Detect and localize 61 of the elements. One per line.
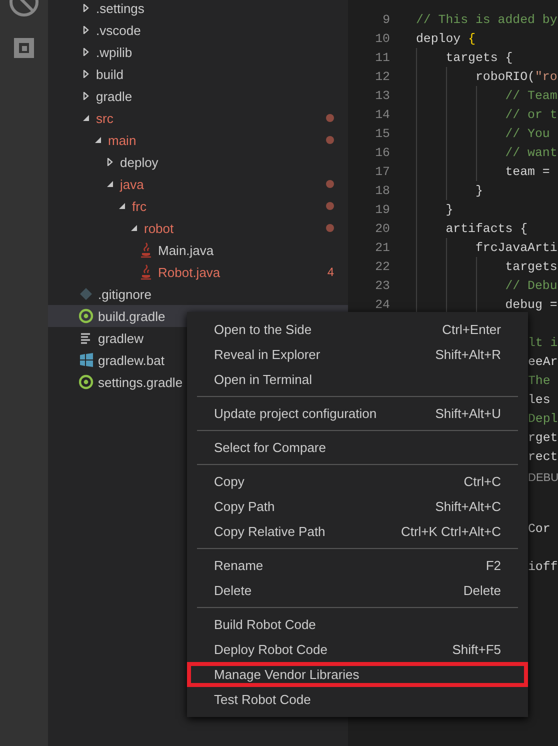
code-line: debug = bbox=[504, 298, 558, 312]
code-line: // want bbox=[504, 146, 558, 160]
file-name: .gitignore bbox=[98, 286, 152, 302]
line-number: 22 bbox=[374, 260, 390, 274]
file-name: .settings bbox=[96, 0, 144, 16]
line-number: 15 bbox=[374, 126, 390, 140]
line-number: 12 bbox=[374, 70, 390, 84]
file-name: deploy bbox=[120, 154, 158, 170]
code-line: } bbox=[474, 184, 483, 198]
code-line: rect bbox=[528, 450, 558, 464]
code-line: // Team bbox=[504, 88, 558, 102]
line-number: 19 bbox=[374, 202, 390, 216]
file-name: gradle bbox=[96, 88, 132, 104]
code-line: The bbox=[528, 374, 550, 388]
line-number: 21 bbox=[374, 240, 390, 254]
file-name: robot bbox=[144, 220, 174, 236]
line-number: 9 bbox=[382, 12, 390, 26]
line-number: 20 bbox=[374, 222, 390, 236]
line-number: 11 bbox=[374, 50, 390, 64]
file-name: main bbox=[108, 132, 136, 148]
line-number: 17 bbox=[374, 164, 390, 178]
line-number: 14 bbox=[374, 108, 390, 122]
code-line: // or t bbox=[504, 108, 558, 122]
code-line: targets bbox=[504, 260, 558, 274]
line-number: 10 bbox=[374, 32, 390, 46]
file-name: .vscode bbox=[96, 22, 141, 38]
code-line: ioff bbox=[528, 560, 558, 574]
file-name: Main.java bbox=[158, 242, 214, 258]
codelens-text: DEBU bbox=[528, 472, 558, 484]
line-number: 16 bbox=[374, 146, 390, 160]
code-line: // You bbox=[504, 126, 550, 140]
file-name: .wpilib bbox=[96, 44, 132, 60]
file-name: gradlew.bat bbox=[98, 352, 164, 368]
line-number: 23 bbox=[374, 278, 390, 292]
code-line: lt i bbox=[528, 336, 558, 350]
code-line: Depl bbox=[528, 412, 558, 426]
code-line: eeAr bbox=[528, 354, 558, 368]
code-line: Cor bbox=[528, 522, 550, 536]
file-name: src bbox=[96, 110, 114, 126]
file-name: frc bbox=[132, 198, 146, 214]
code-line: deploy { bbox=[416, 32, 476, 46]
file-name: build.gradle bbox=[98, 308, 166, 324]
file-name: gradlew bbox=[98, 330, 144, 346]
code-line: rget bbox=[528, 430, 558, 444]
code-line: les bbox=[528, 392, 550, 406]
code-line: frcJavaArti bbox=[474, 240, 558, 254]
line-number: 18 bbox=[374, 184, 390, 198]
code-line: // Debu bbox=[504, 278, 558, 292]
line-number: 13 bbox=[374, 88, 390, 102]
code-line: targets { bbox=[444, 50, 513, 64]
file-name: settings.gradle bbox=[98, 374, 183, 390]
code-line: artifacts { bbox=[444, 222, 528, 236]
line-number: 24 bbox=[374, 298, 390, 312]
problem-count: 4 bbox=[327, 265, 334, 279]
code-line: // This is added by bbox=[416, 12, 558, 26]
code-line: team = bbox=[504, 164, 550, 178]
file-name: java bbox=[120, 176, 144, 192]
code-line: roboRIO("ro bbox=[474, 70, 558, 84]
file-name: Robot.java bbox=[158, 264, 220, 280]
file-name: build bbox=[96, 66, 124, 82]
code-line: } bbox=[444, 202, 454, 216]
